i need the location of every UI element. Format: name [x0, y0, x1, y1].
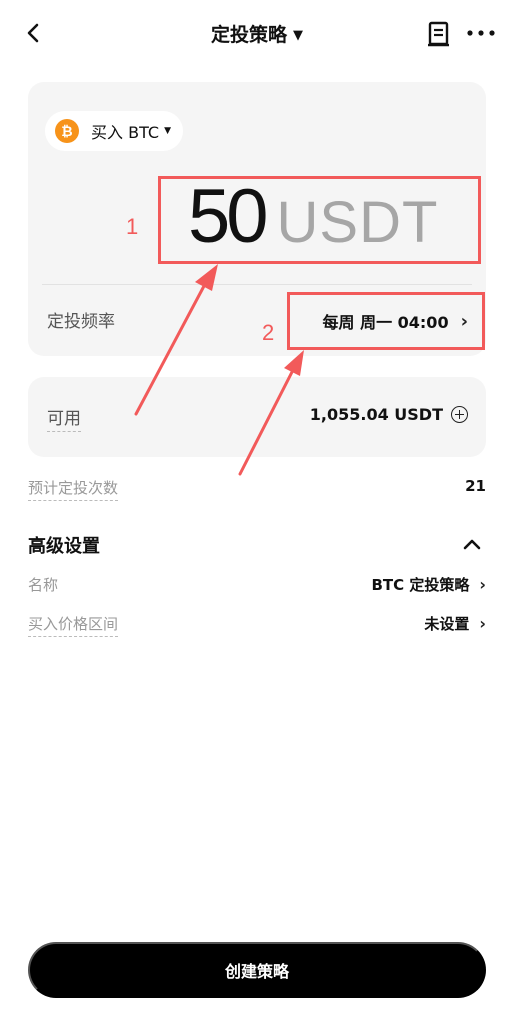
coin-selector-label: 买入 BTC: [91, 123, 160, 142]
estimate-label[interactable]: 预计定投次数: [28, 477, 119, 501]
annotation-box-amount: [158, 176, 481, 264]
document-icon[interactable]: [426, 20, 452, 48]
chevron-down-icon: ▼: [164, 126, 171, 136]
advanced-settings-title: 高级设置: [28, 536, 100, 557]
chevron-right-icon: ›: [479, 575, 486, 594]
annotation-number-1: 1: [126, 214, 139, 239]
title-caret-icon: ▼: [293, 28, 303, 43]
divider: [42, 284, 472, 285]
coin-selector[interactable]: ₿ 买入 BTC ▼: [45, 111, 183, 151]
name-value: BTC 定投策略: [371, 576, 470, 594]
name-value-wrap: BTC 定投策略 ›: [372, 574, 487, 595]
more-icon[interactable]: [466, 22, 496, 44]
annotation-number-2: 2: [262, 320, 275, 345]
price-range-value-wrap: 未设置 ›: [424, 613, 486, 634]
available-label[interactable]: 可用: [47, 404, 81, 432]
available-card: 可用 1,055.04 USDT: [28, 377, 486, 457]
frequency-label: 定投频率: [47, 312, 115, 332]
header: 定投策略 ▼: [0, 0, 514, 68]
btc-coin-icon: ₿: [55, 119, 79, 143]
page-title: 定投策略: [210, 24, 287, 46]
price-range-label: 买入价格区间: [28, 613, 119, 637]
estimate-value: 21: [465, 477, 486, 495]
available-balance: 1,055.04 USDT: [310, 405, 468, 424]
add-funds-icon[interactable]: [451, 406, 468, 423]
annotation-box-frequency: [287, 292, 485, 350]
name-label: 名称: [28, 576, 59, 594]
create-strategy-button[interactable]: 创建策略: [28, 942, 486, 998]
chevron-right-icon: ›: [479, 614, 486, 633]
available-value: 1,055.04 USDT: [309, 405, 443, 424]
chevron-up-icon[interactable]: [460, 532, 484, 556]
price-range-value: 未设置: [424, 615, 470, 633]
